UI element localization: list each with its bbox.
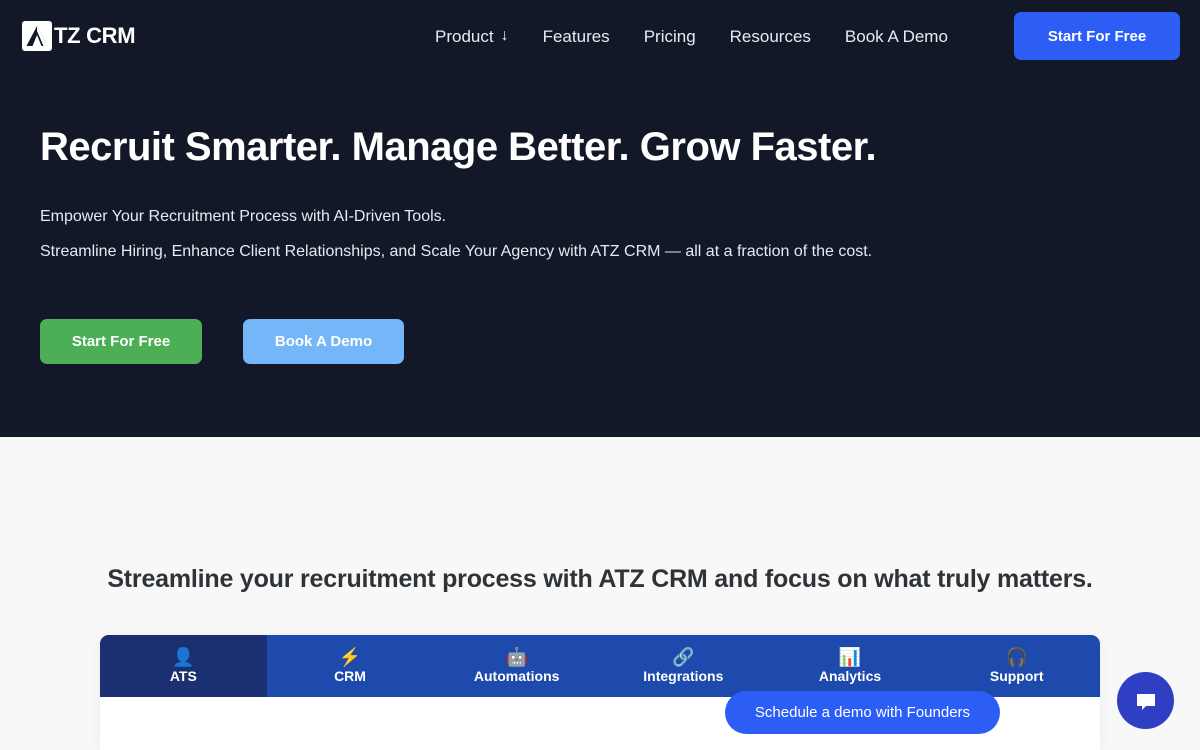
bust-in-silhouette-icon: 👤 — [172, 647, 195, 667]
brand-logo[interactable]: TZ CRM — [22, 21, 136, 51]
brand-name: TZ CRM — [54, 23, 136, 48]
bar-chart-icon: 📊 — [838, 647, 862, 667]
tab-support[interactable]: 🎧 Support — [933, 635, 1100, 697]
nav-item-product-label: Product — [435, 26, 494, 46]
hero-title: Recruit Smarter. Manage Better. Grow Fas… — [40, 125, 877, 169]
chat-bubble-icon — [1132, 687, 1160, 715]
tab-crm[interactable]: ⚡ CRM — [267, 635, 434, 697]
hero-book-a-demo-button[interactable]: Book A Demo — [243, 319, 404, 364]
hero-start-for-free-button[interactable]: Start For Free — [40, 319, 202, 364]
nav-item-resources[interactable]: Resources — [713, 20, 828, 53]
tab-automations-label: Automations — [473, 668, 560, 684]
tab-integrations[interactable]: 🔗 Integrations — [600, 635, 767, 697]
tab-ats[interactable]: 👤 ATS — [100, 635, 267, 697]
tab-integrations-label: Integrations — [643, 668, 724, 684]
lightning-bolt-icon: ⚡ — [338, 647, 362, 667]
nav-item-book-a-demo[interactable]: Book A Demo — [828, 20, 965, 53]
tab-ats-label: ATS — [169, 668, 197, 684]
nav-item-resources-label: Resources — [729, 26, 811, 46]
features-tabbar: 👤 ATS ⚡ CRM 🤖 Automations 🔗 Integrations… — [100, 635, 1100, 697]
atz-triangle-logo-icon — [22, 21, 52, 51]
schedule-demo-pill-button[interactable]: Schedule a demo with Founders — [725, 691, 1000, 734]
tab-crm-label: CRM — [334, 668, 366, 684]
tab-analytics-label: Analytics — [818, 668, 882, 684]
tab-support-label: Support — [989, 668, 1044, 684]
nav-item-features[interactable]: Features — [526, 20, 627, 53]
primary-nav: Product ↓ Features Pricing Resources Boo… — [418, 0, 965, 72]
nav-item-product[interactable]: Product ↓ — [418, 20, 526, 53]
hero-subtitle-line-1: Empower Your Recruitment Process with AI… — [40, 208, 447, 225]
hero-button-group: Start For Free Book A Demo — [40, 319, 404, 364]
chevron-down-icon: ↓ — [500, 27, 509, 44]
robot-icon: 🤖 — [505, 647, 528, 667]
nav-item-book-a-demo-label: Book A Demo — [844, 26, 948, 46]
nav-item-features-label: Features — [542, 26, 610, 46]
header-start-for-free-button[interactable]: Start For Free — [1014, 12, 1180, 60]
tab-automations[interactable]: 🤖 Automations — [433, 635, 600, 697]
link-chain-icon: 🔗 — [672, 647, 695, 667]
features-section-heading: Streamline your recruitment process with… — [107, 565, 1093, 593]
nav-item-pricing-label: Pricing — [643, 26, 696, 46]
chat-widget-button[interactable] — [1117, 672, 1174, 729]
site-header: TZ CRM Product ↓ Features Pricing Resour… — [0, 0, 1200, 72]
headphones-icon: 🎧 — [1005, 647, 1028, 667]
tab-analytics[interactable]: 📊 Analytics — [767, 635, 934, 697]
hero-subtitle-line-2: Streamline Hiring, Enhance Client Relati… — [40, 243, 873, 260]
nav-item-pricing[interactable]: Pricing — [627, 20, 713, 53]
